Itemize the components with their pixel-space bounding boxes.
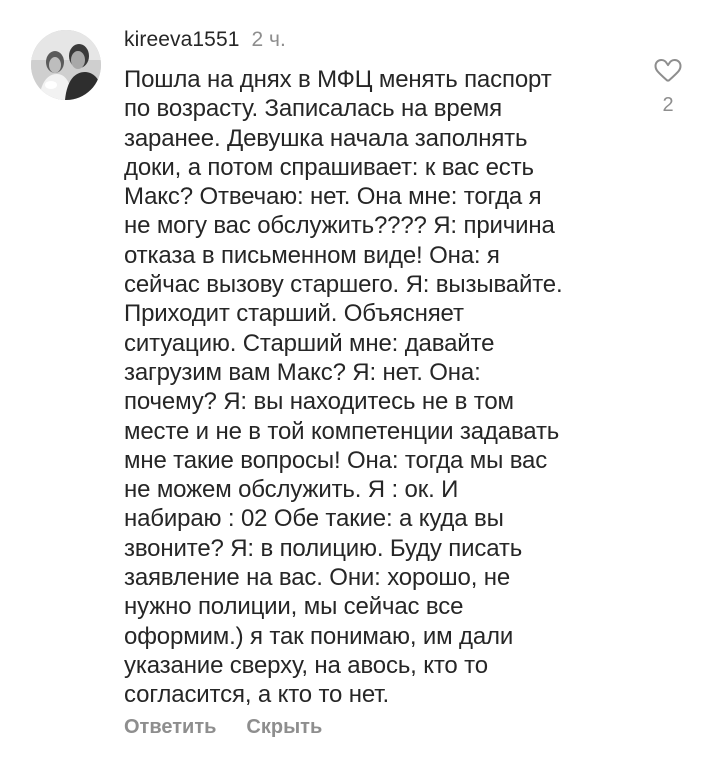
comment-header: kireeva1551 2 ч.	[124, 28, 286, 58]
comment: kireeva1551 2 ч. Пошла на днях в МФЦ мен…	[0, 0, 719, 773]
username[interactable]: kireeva1551	[124, 28, 240, 52]
like-button[interactable]: 2	[648, 55, 688, 117]
reply-button[interactable]: Ответить	[124, 716, 216, 739]
hide-button[interactable]: Скрыть	[246, 716, 322, 739]
comment-text: Пошла на днях в МФЦ менять паспорт по во…	[124, 66, 563, 709]
comment-actions: Ответить Скрыть	[124, 716, 322, 739]
heart-outline-icon[interactable]	[653, 55, 683, 85]
avatar[interactable]	[31, 30, 101, 100]
like-count: 2	[662, 94, 674, 116]
avatar-photo	[31, 30, 101, 100]
timestamp: 2 ч.	[251, 28, 286, 51]
